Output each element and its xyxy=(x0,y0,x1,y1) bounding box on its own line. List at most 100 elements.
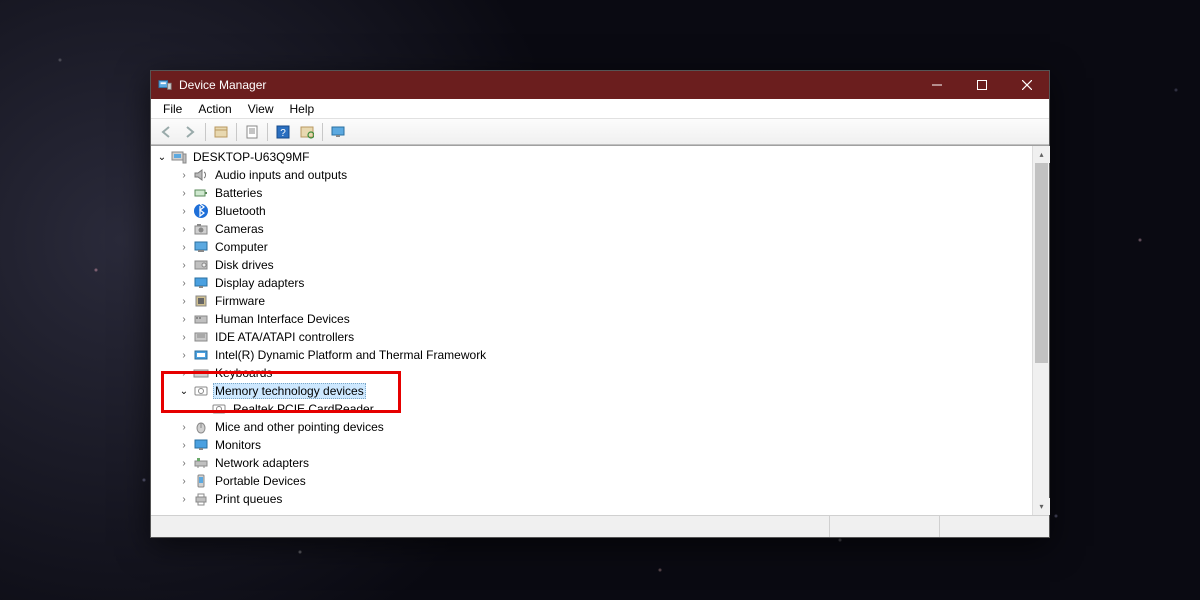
tree-category[interactable]: ⌄ Memory technology devices xyxy=(151,382,1032,400)
hid-icon xyxy=(193,311,209,327)
network-icon xyxy=(193,455,209,471)
menu-file[interactable]: File xyxy=(155,100,190,118)
chevron-right-icon[interactable]: › xyxy=(177,294,191,308)
close-button[interactable] xyxy=(1004,71,1049,99)
memory-icon xyxy=(193,383,209,399)
device-tree[interactable]: ⌄ DESKTOP-U63Q9MF › Audio inputs and outp… xyxy=(151,146,1032,515)
chevron-right-icon[interactable]: › xyxy=(177,492,191,506)
keyboard-icon xyxy=(193,365,209,381)
tree-category[interactable]: › Bluetooth xyxy=(151,202,1032,220)
chevron-right-icon[interactable]: › xyxy=(177,330,191,344)
disk-icon xyxy=(193,257,209,273)
computer-icon xyxy=(171,149,187,165)
chevron-right-icon[interactable]: › xyxy=(177,420,191,434)
tree-category[interactable]: › Display adapters xyxy=(151,274,1032,292)
category-label[interactable]: Mice and other pointing devices xyxy=(213,420,386,434)
printer-icon xyxy=(193,491,209,507)
category-label[interactable]: Disk drives xyxy=(213,258,276,272)
maximize-button[interactable] xyxy=(959,71,1004,99)
firmware-icon xyxy=(193,293,209,309)
tree-category[interactable]: › Mice and other pointing devices xyxy=(151,418,1032,436)
tree-category[interactable]: › IDE ATA/ATAPI controllers xyxy=(151,328,1032,346)
chevron-right-icon[interactable]: › xyxy=(177,348,191,362)
chevron-right-icon[interactable]: › xyxy=(177,276,191,290)
vertical-scrollbar[interactable]: ▴ ▾ xyxy=(1032,146,1049,515)
category-label[interactable]: Bluetooth xyxy=(213,204,268,218)
tree-category[interactable]: › Cameras xyxy=(151,220,1032,238)
titlebar[interactable]: Device Manager xyxy=(151,71,1049,99)
tree-category[interactable]: › Portable Devices xyxy=(151,472,1032,490)
category-label[interactable]: Print queues xyxy=(213,492,284,506)
status-cell-main xyxy=(151,516,829,537)
tree-category[interactable]: › Print queues xyxy=(151,490,1032,508)
help-button[interactable]: ? xyxy=(272,121,294,143)
forward-button[interactable] xyxy=(179,121,201,143)
battery-icon xyxy=(193,185,209,201)
status-cell-2 xyxy=(829,516,939,537)
intel-icon xyxy=(193,347,209,363)
category-label[interactable]: Monitors xyxy=(213,438,263,452)
tree-category[interactable]: › Human Interface Devices xyxy=(151,310,1032,328)
chevron-right-icon[interactable]: › xyxy=(177,240,191,254)
chevron-down-icon[interactable]: ⌄ xyxy=(177,384,191,398)
category-label[interactable]: Human Interface Devices xyxy=(213,312,352,326)
category-label[interactable]: Cameras xyxy=(213,222,266,236)
root-label[interactable]: DESKTOP-U63Q9MF xyxy=(191,150,311,164)
category-label[interactable]: Audio inputs and outputs xyxy=(213,168,349,182)
properties-button[interactable] xyxy=(241,121,263,143)
scroll-up-button[interactable]: ▴ xyxy=(1033,146,1050,163)
tree-category[interactable]: › Firmware xyxy=(151,292,1032,310)
chevron-right-icon[interactable]: › xyxy=(177,366,191,380)
chevron-right-icon[interactable]: › xyxy=(177,438,191,452)
scroll-thumb[interactable] xyxy=(1035,163,1048,363)
category-label[interactable]: IDE ATA/ATAPI controllers xyxy=(213,330,356,344)
computer-icon xyxy=(193,239,209,255)
tree-category[interactable]: › Monitors xyxy=(151,436,1032,454)
category-label[interactable]: Computer xyxy=(213,240,270,254)
minimize-button[interactable] xyxy=(914,71,959,99)
portable-icon xyxy=(193,473,209,489)
tree-category[interactable]: › Batteries xyxy=(151,184,1032,202)
tree-device[interactable]: Realtek PCIE CardReader xyxy=(151,400,1032,418)
category-label[interactable]: Network adapters xyxy=(213,456,311,470)
tree-category[interactable]: › Audio inputs and outputs xyxy=(151,166,1032,184)
toolbar: ? xyxy=(151,119,1049,145)
display-icon xyxy=(193,275,209,291)
chevron-right-icon[interactable]: › xyxy=(177,456,191,470)
device-label[interactable]: Realtek PCIE CardReader xyxy=(231,402,376,416)
scan-button[interactable] xyxy=(296,121,318,143)
tree-category[interactable]: › Disk drives xyxy=(151,256,1032,274)
chevron-right-icon[interactable]: › xyxy=(177,222,191,236)
category-label[interactable]: Memory technology devices xyxy=(213,383,366,399)
chevron-right-icon[interactable]: › xyxy=(177,186,191,200)
tree-root[interactable]: ⌄ DESKTOP-U63Q9MF xyxy=(151,148,1032,166)
mouse-icon xyxy=(193,419,209,435)
scroll-down-button[interactable]: ▾ xyxy=(1033,498,1050,515)
back-button[interactable] xyxy=(155,121,177,143)
menu-view[interactable]: View xyxy=(240,100,282,118)
chevron-right-icon[interactable]: › xyxy=(177,312,191,326)
category-label[interactable]: Display adapters xyxy=(213,276,306,290)
expander-icon[interactable]: ⌄ xyxy=(155,150,169,164)
tree-category[interactable]: › Computer xyxy=(151,238,1032,256)
menu-help[interactable]: Help xyxy=(282,100,323,118)
chevron-right-icon[interactable]: › xyxy=(177,204,191,218)
category-label[interactable]: Intel(R) Dynamic Platform and Thermal Fr… xyxy=(213,348,488,362)
show-hidden-button[interactable] xyxy=(210,121,232,143)
svg-text:?: ? xyxy=(280,128,286,139)
tree-category[interactable]: › Network adapters xyxy=(151,454,1032,472)
statusbar xyxy=(151,515,1049,537)
tree-category[interactable]: › Keyboards xyxy=(151,364,1032,382)
category-label[interactable]: Portable Devices xyxy=(213,474,308,488)
status-cell-3 xyxy=(939,516,1049,537)
category-label[interactable]: Keyboards xyxy=(213,366,274,380)
chevron-right-icon[interactable]: › xyxy=(177,474,191,488)
category-label[interactable]: Firmware xyxy=(213,294,267,308)
menu-action[interactable]: Action xyxy=(190,100,239,118)
category-label[interactable]: Batteries xyxy=(213,186,264,200)
tree-category[interactable]: › Intel(R) Dynamic Platform and Thermal F… xyxy=(151,346,1032,364)
monitor-button[interactable] xyxy=(327,121,349,143)
app-icon xyxy=(157,77,173,93)
chevron-right-icon[interactable]: › xyxy=(177,258,191,272)
chevron-right-icon[interactable]: › xyxy=(177,168,191,182)
